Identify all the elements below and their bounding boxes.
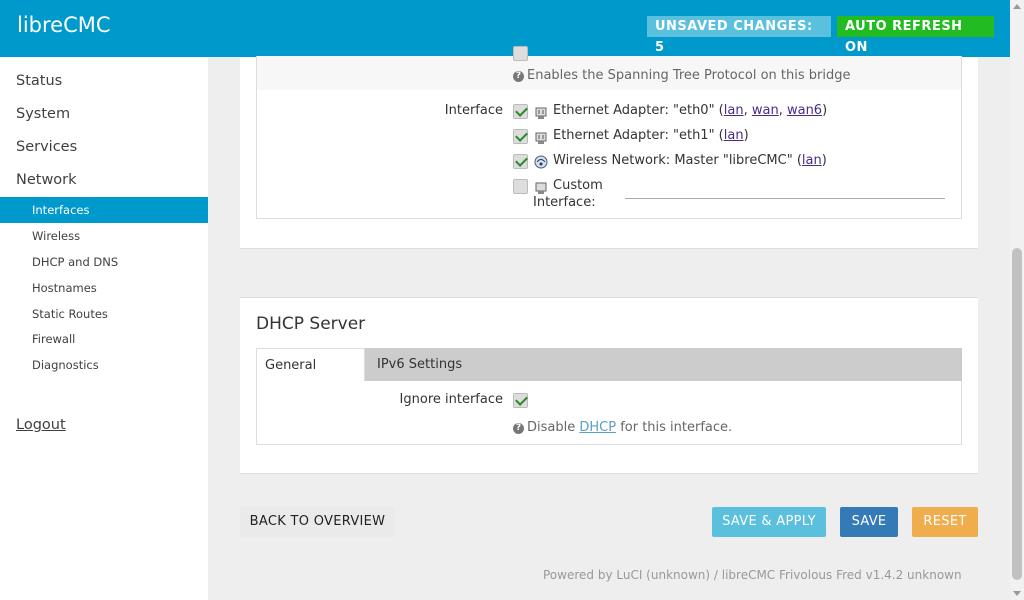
save-button[interactable]: SAVE — [840, 507, 898, 537]
scroll-down-icon[interactable] — [1013, 591, 1021, 596]
menu-firewall[interactable]: Firewall — [0, 326, 208, 352]
custom-interface-checkbox[interactable] — [513, 179, 528, 194]
stp-row: ? Enables the Spanning Tree Protocol on t… — [257, 46, 961, 90]
menu-system[interactable]: System — [16, 106, 70, 122]
dhcp-link[interactable]: DHCP — [579, 420, 616, 435]
menu-hostnames[interactable]: Hostnames — [0, 275, 208, 301]
custom-label-line2: Interface: — [533, 195, 596, 210]
eth0-wan6-link[interactable]: wan6 — [787, 103, 822, 118]
ignore-interface-label: Ignore interface — [399, 392, 503, 407]
eth0-lan-link[interactable]: lan — [724, 103, 744, 118]
top-header: libreCMC UNSAVED CHANGES: 5 AUTO REFRESH… — [0, 0, 1010, 57]
brand-title[interactable]: libreCMC — [17, 13, 111, 37]
menu-diagnostics[interactable]: Diagnostics — [0, 352, 208, 378]
scroll-thumb[interactable] — [1012, 248, 1022, 580]
eth1-checkbox[interactable] — [513, 129, 528, 144]
logout-link[interactable]: Logout — [16, 417, 66, 433]
page-scrollbar[interactable] — [1010, 0, 1024, 600]
menu-static-routes[interactable]: Static Routes — [0, 301, 208, 327]
wireless-option: Wireless Network: Master "libreCMC" (lan… — [553, 153, 827, 168]
ignore-interface-help: ? Disable DHCP for this interface. — [513, 420, 732, 435]
dhcp-general-fields: Ignore interface ? Disable DHCP for this … — [256, 381, 962, 445]
menu-network[interactable]: Network — [16, 172, 77, 188]
help-icon: ? — [513, 71, 524, 82]
scroll-up-icon[interactable] — [1013, 4, 1021, 9]
bridge-settings-card: ? Enables the Spanning Tree Protocol on t… — [240, 46, 978, 249]
help-icon: ? — [513, 423, 524, 434]
eth1-lan-link[interactable]: lan — [724, 128, 744, 143]
eth0-wan-link[interactable]: wan — [752, 103, 779, 118]
tab-ipv6-settings[interactable]: IPv6 Settings — [369, 348, 470, 381]
dhcp-tabs: General Setup IPv6 Settings — [256, 348, 962, 406]
interface-label: Interface — [444, 103, 503, 118]
custom-label-line1: Custom — [553, 178, 603, 193]
bridge-fields: ? Enables the Spanning Tree Protocol on t… — [256, 46, 962, 219]
stp-checkbox[interactable] — [513, 46, 528, 61]
reset-button[interactable]: RESET — [912, 507, 978, 537]
eth0-option: Ethernet Adapter: "eth0" (lan, wan, wan6… — [553, 103, 828, 118]
tab-general-setup[interactable]: General Setup — [256, 348, 365, 406]
wireless-icon — [534, 155, 548, 169]
unsaved-changes-badge[interactable]: UNSAVED CHANGES: 5 — [647, 16, 831, 55]
dhcp-server-card: DHCP Server General Setup IPv6 Settings … — [240, 297, 978, 474]
menu-interfaces[interactable]: Interfaces — [0, 197, 208, 223]
wireless-lan-link[interactable]: lan — [802, 153, 822, 168]
sidebar: Status System Services Network Interface… — [0, 57, 208, 600]
save-apply-button[interactable]: SAVE & APPLY — [712, 507, 826, 537]
custom-interface-input[interactable] — [625, 198, 945, 199]
auto-refresh-badge[interactable]: AUTO REFRESH ON — [837, 16, 994, 55]
eth1-option: Ethernet Adapter: "eth1" (lan) — [553, 128, 749, 143]
menu-services[interactable]: Services — [16, 139, 77, 155]
ethernet-icon — [535, 182, 547, 194]
ignore-interface-checkbox[interactable] — [513, 393, 528, 408]
footer-text: Powered by LuCI (unknown) / libreCMC Fri… — [543, 568, 962, 582]
menu-dhcp-dns[interactable]: DHCP and DNS — [0, 249, 208, 275]
menu-wireless[interactable]: Wireless — [0, 223, 208, 249]
eth0-checkbox[interactable] — [513, 104, 528, 119]
menu-status[interactable]: Status — [16, 73, 62, 89]
back-to-overview-button[interactable]: BACK TO OVERVIEW — [240, 507, 395, 537]
dhcp-section-title: DHCP Server — [256, 314, 366, 334]
stp-help: ? Enables the Spanning Tree Protocol on t… — [513, 68, 850, 83]
ethernet-icon — [535, 132, 547, 144]
wireless-checkbox[interactable] — [513, 154, 528, 169]
ethernet-icon — [535, 107, 547, 119]
